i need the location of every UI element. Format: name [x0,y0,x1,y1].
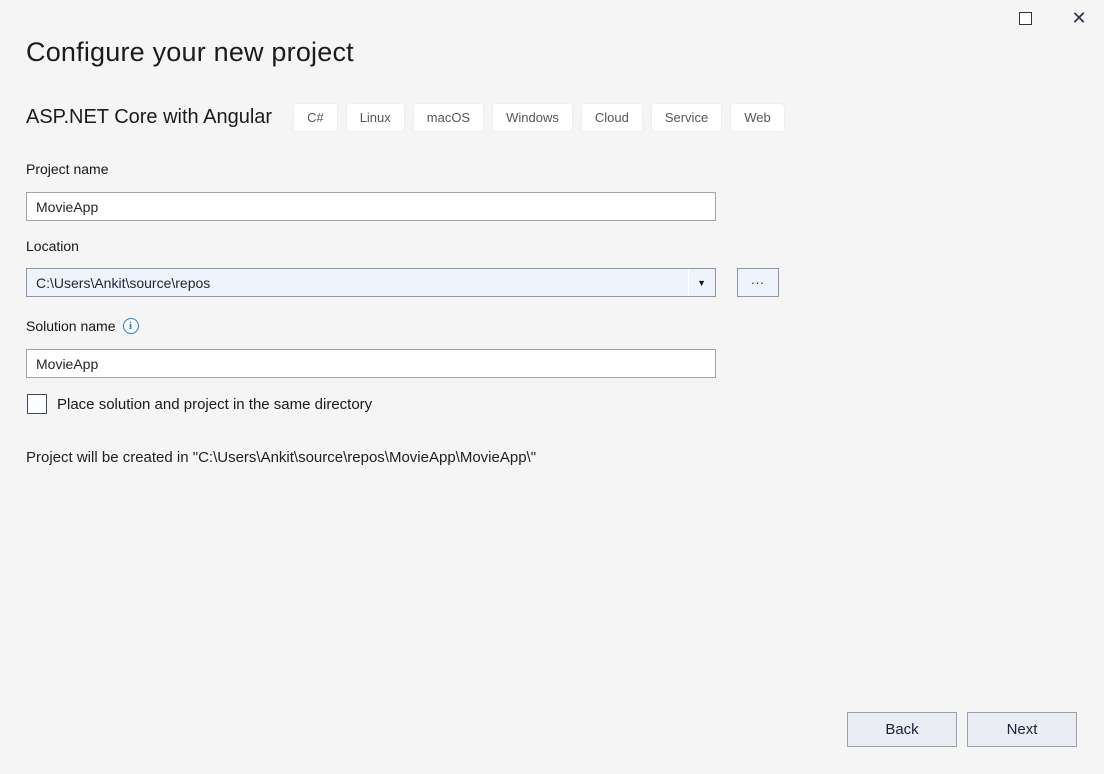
window-controls: ✕ [1010,6,1094,30]
same-directory-checkbox-row[interactable]: Place solution and project in the same d… [27,394,372,414]
tag-windows: Windows [493,104,572,131]
location-combobox[interactable]: C:\Users\Ankit\source\repos ▼ [26,268,716,297]
template-info-row: ASP.NET Core with Angular C# Linux macOS… [26,104,784,131]
next-button[interactable]: Next [967,712,1077,747]
project-name-input[interactable] [26,192,716,221]
tag-service: Service [652,104,721,131]
page-title: Configure your new project [26,37,354,68]
configure-project-dialog: ✕ Configure your new project ASP.NET Cor… [0,0,1104,774]
tag-csharp: C# [294,104,337,131]
info-icon[interactable]: i [123,318,139,334]
footer-buttons: Back Next [847,712,1077,747]
tag-linux: Linux [347,104,404,131]
project-path-note: Project will be created in "C:\Users\Ank… [26,449,536,466]
solution-name-label-text: Solution name [26,318,116,334]
chevron-down-icon[interactable]: ▼ [688,269,706,296]
maximize-button[interactable] [1010,6,1040,30]
close-button[interactable]: ✕ [1064,6,1094,30]
location-value: C:\Users\Ankit\source\repos [36,275,688,291]
same-directory-checkbox-label: Place solution and project in the same d… [57,396,372,413]
template-tags: C# Linux macOS Windows Cloud Service Web [294,104,784,131]
project-name-label: Project name [26,161,108,177]
solution-name-input[interactable] [26,349,716,378]
close-icon: ✕ [1071,9,1086,27]
template-name: ASP.NET Core with Angular [26,106,272,129]
tag-macos: macOS [414,104,483,131]
tag-web: Web [731,104,784,131]
same-directory-checkbox[interactable] [27,394,47,414]
back-button[interactable]: Back [847,712,957,747]
solution-name-label: Solution name i [26,318,139,334]
maximize-icon [1019,12,1032,25]
browse-location-button[interactable]: ... [737,268,779,297]
tag-cloud: Cloud [582,104,642,131]
location-label: Location [26,238,79,254]
